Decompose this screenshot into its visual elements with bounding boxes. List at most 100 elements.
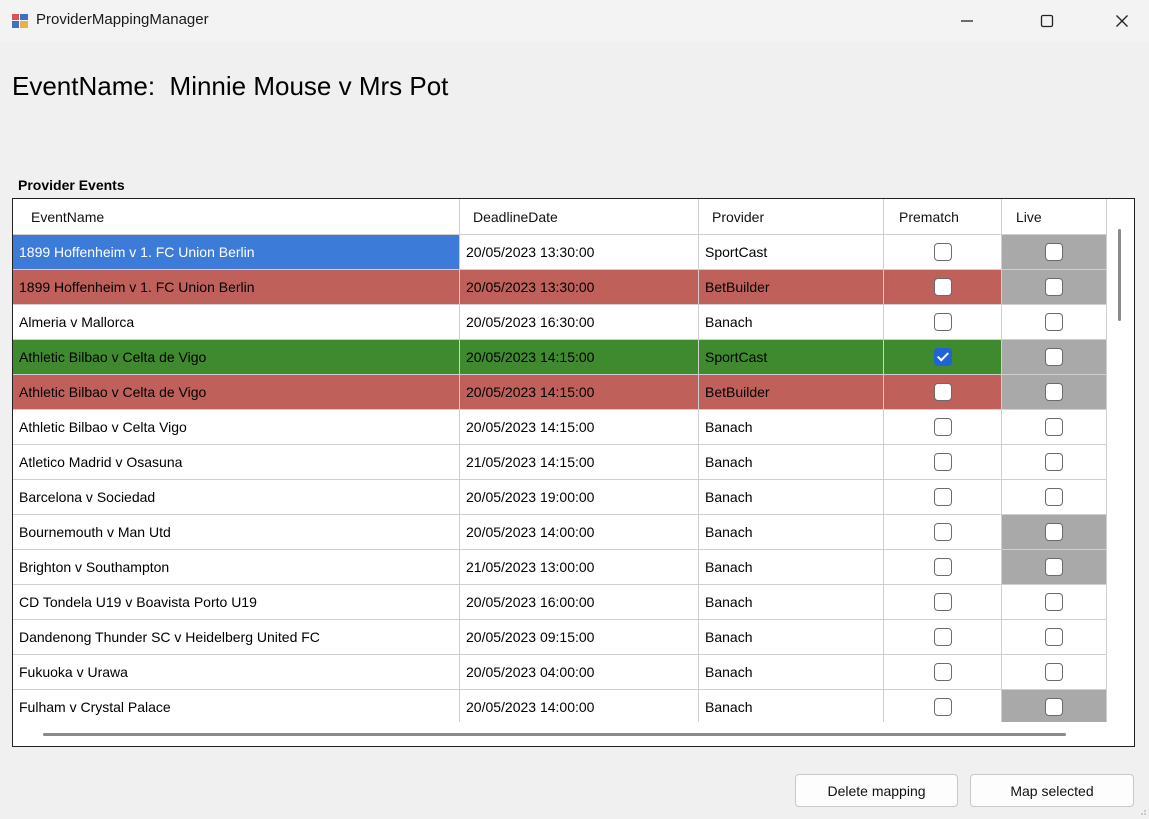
cell-deadlinedate[interactable]: 21/05/2023 14:15:00 xyxy=(460,445,699,480)
live-checkbox[interactable] xyxy=(1045,453,1063,471)
resize-grip-icon[interactable] xyxy=(1137,806,1147,816)
cell-eventname[interactable]: Fulham v Crystal Palace xyxy=(13,690,460,722)
cell-deadlinedate[interactable]: 20/05/2023 19:00:00 xyxy=(460,480,699,515)
cell-deadlinedate[interactable]: 20/05/2023 14:15:00 xyxy=(460,340,699,375)
cell-deadlinedate[interactable]: 20/05/2023 04:00:00 xyxy=(460,655,699,690)
cell-provider[interactable]: Banach xyxy=(699,305,884,340)
cell-provider[interactable]: Banach xyxy=(699,445,884,480)
cell-deadlinedate[interactable]: 20/05/2023 14:15:00 xyxy=(460,410,699,445)
cell-deadlinedate[interactable]: 20/05/2023 16:30:00 xyxy=(460,305,699,340)
live-checkbox[interactable] xyxy=(1045,348,1063,366)
live-checkbox[interactable] xyxy=(1045,558,1063,576)
cell-provider[interactable]: BetBuilder xyxy=(699,375,884,410)
table-row[interactable]: Fukuoka v Urawa 20/05/2023 04:00:00 Banach xyxy=(13,655,1107,690)
column-header-eventname[interactable]: EventName xyxy=(13,199,460,234)
cell-provider[interactable]: Banach xyxy=(699,655,884,690)
live-checkbox[interactable] xyxy=(1045,488,1063,506)
live-checkbox[interactable] xyxy=(1045,523,1063,541)
cell-deadlinedate[interactable]: 21/05/2023 13:00:00 xyxy=(460,550,699,585)
table-row[interactable]: Brighton v Southampton 21/05/2023 13:00:0… xyxy=(13,550,1107,585)
table-row[interactable]: Almeria v Mallorca 20/05/2023 16:30:00 Ban… xyxy=(13,305,1107,340)
cell-eventname[interactable]: Almeria v Mallorca xyxy=(13,305,460,340)
cell-deadlinedate[interactable]: 20/05/2023 14:00:00 xyxy=(460,690,699,722)
column-header-live[interactable]: Live xyxy=(1002,199,1107,234)
live-checkbox[interactable] xyxy=(1045,663,1063,681)
cell-eventname[interactable]: Brighton v Southampton xyxy=(13,550,460,585)
prematch-checkbox[interactable] xyxy=(933,348,952,366)
cell-provider[interactable]: Banach xyxy=(699,585,884,620)
prematch-checkbox[interactable] xyxy=(933,488,952,506)
close-button[interactable] xyxy=(1099,0,1145,42)
cell-eventname[interactable]: Dandenong Thunder SC v Heidelberg United… xyxy=(13,620,460,655)
cell-eventname[interactable]: Fukuoka v Urawa xyxy=(13,655,460,690)
prematch-checkbox[interactable] xyxy=(933,558,952,576)
provider-events-grid[interactable]: EventName DeadlineDate Provider Prematch… xyxy=(12,198,1135,747)
cell-provider[interactable]: Banach xyxy=(699,515,884,550)
maximize-button[interactable] xyxy=(1024,0,1070,42)
table-row[interactable]: Dandenong Thunder SC v Heidelberg United… xyxy=(13,620,1107,655)
cell-provider[interactable]: Banach xyxy=(699,690,884,722)
prematch-checkbox[interactable] xyxy=(933,278,952,296)
column-header-prematch[interactable]: Prematch xyxy=(884,199,1002,234)
column-header-deadlinedate[interactable]: DeadlineDate xyxy=(460,199,699,234)
minimize-button[interactable] xyxy=(944,0,990,42)
cell-provider[interactable]: Banach xyxy=(699,550,884,585)
table-row[interactable]: CD Tondela U19 v Boavista Porto U19 20/05… xyxy=(13,585,1107,620)
cell-deadlinedate[interactable]: 20/05/2023 13:30:00 xyxy=(460,235,699,270)
table-row[interactable]: Bournemouth v Man Utd 20/05/2023 14:00:00… xyxy=(13,515,1107,550)
cell-eventname[interactable]: Barcelona v Sociedad xyxy=(13,480,460,515)
cell-eventname[interactable]: Athletic Bilbao v Celta de Vigo xyxy=(13,375,460,410)
prematch-checkbox[interactable] xyxy=(933,383,952,401)
cell-provider[interactable]: Banach xyxy=(699,620,884,655)
live-checkbox[interactable] xyxy=(1045,313,1063,331)
table-row[interactable]: 1899 Hoffenheim v 1. FC Union Berlin 20/0… xyxy=(13,235,1107,270)
cell-deadlinedate[interactable]: 20/05/2023 13:30:00 xyxy=(460,270,699,305)
live-checkbox[interactable] xyxy=(1045,418,1063,436)
horizontal-scrollbar[interactable] xyxy=(13,722,1107,746)
live-checkbox[interactable] xyxy=(1045,628,1063,646)
cell-provider[interactable]: Banach xyxy=(699,480,884,515)
cell-eventname[interactable]: Athletic Bilbao v Celta Vigo xyxy=(13,410,460,445)
prematch-checkbox[interactable] xyxy=(933,663,952,681)
cell-provider[interactable]: Banach xyxy=(699,410,884,445)
cell-eventname[interactable]: 1899 Hoffenheim v 1. FC Union Berlin xyxy=(13,235,460,270)
cell-eventname[interactable]: Atletico Madrid v Osasuna xyxy=(13,445,460,480)
cell-deadlinedate[interactable]: 20/05/2023 14:15:00 xyxy=(460,375,699,410)
vertical-scrollbar[interactable] xyxy=(1107,199,1134,722)
prematch-checkbox[interactable] xyxy=(933,593,952,611)
prematch-checkbox[interactable] xyxy=(933,523,952,541)
prematch-checkbox[interactable] xyxy=(933,418,952,436)
cell-deadlinedate[interactable]: 20/05/2023 16:00:00 xyxy=(460,585,699,620)
cell-provider[interactable]: SportCast xyxy=(699,235,884,270)
table-row[interactable]: Athletic Bilbao v Celta Vigo 20/05/2023 1… xyxy=(13,410,1107,445)
live-checkbox[interactable] xyxy=(1045,593,1063,611)
live-checkbox[interactable] xyxy=(1045,383,1063,401)
prematch-checkbox[interactable] xyxy=(933,313,952,331)
prematch-checkbox[interactable] xyxy=(933,243,952,261)
table-row[interactable]: Athletic Bilbao v Celta de Vigo 20/05/202… xyxy=(13,340,1107,375)
table-row[interactable]: Athletic Bilbao v Celta de Vigo 20/05/202… xyxy=(13,375,1107,410)
prematch-checkbox[interactable] xyxy=(933,453,952,471)
table-row[interactable]: 1899 Hoffenheim v 1. FC Union Berlin 20/0… xyxy=(13,270,1107,305)
cell-eventname[interactable]: CD Tondela U19 v Boavista Porto U19 xyxy=(13,585,460,620)
table-row[interactable]: Barcelona v Sociedad 20/05/2023 19:00:00 B… xyxy=(13,480,1107,515)
prematch-checkbox[interactable] xyxy=(933,698,952,716)
delete-mapping-button[interactable]: Delete mapping xyxy=(795,774,958,807)
live-checkbox[interactable] xyxy=(1045,278,1063,296)
table-row[interactable]: Fulham v Crystal Palace 20/05/2023 14:00:… xyxy=(13,690,1107,722)
cell-deadlinedate[interactable]: 20/05/2023 09:15:00 xyxy=(460,620,699,655)
cell-provider[interactable]: BetBuilder xyxy=(699,270,884,305)
vertical-scroll-thumb[interactable] xyxy=(1118,229,1121,321)
map-selected-button[interactable]: Map selected xyxy=(970,774,1134,807)
live-checkbox[interactable] xyxy=(1045,698,1063,716)
cell-provider[interactable]: SportCast xyxy=(699,340,884,375)
prematch-checkbox[interactable] xyxy=(933,628,952,646)
cell-eventname[interactable]: Bournemouth v Man Utd xyxy=(13,515,460,550)
cell-eventname[interactable]: Athletic Bilbao v Celta de Vigo xyxy=(13,340,460,375)
horizontal-scroll-thumb[interactable] xyxy=(43,733,1066,736)
column-header-provider[interactable]: Provider xyxy=(699,199,884,234)
cell-eventname[interactable]: 1899 Hoffenheim v 1. FC Union Berlin xyxy=(13,270,460,305)
table-row[interactable]: Atletico Madrid v Osasuna 21/05/2023 14:1… xyxy=(13,445,1107,480)
cell-deadlinedate[interactable]: 20/05/2023 14:00:00 xyxy=(460,515,699,550)
live-checkbox[interactable] xyxy=(1045,243,1063,261)
